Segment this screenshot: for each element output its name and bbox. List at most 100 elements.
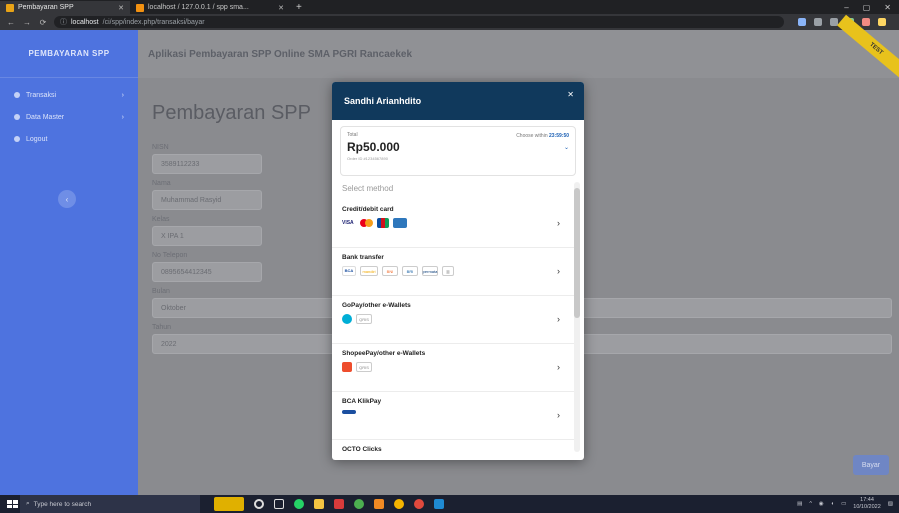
close-window-button[interactable]: ✕ (884, 1, 891, 14)
chevron-right-icon: › (121, 113, 124, 121)
sidebar-item-label: Data Master (26, 113, 65, 121)
shopeepay-icon (342, 362, 352, 372)
qris-icon: QRIS (356, 314, 372, 324)
vscode-icon[interactable] (434, 499, 444, 509)
notification-icon[interactable]: ▤ (797, 501, 802, 507)
topbar: Aplikasi Pembayaran SPP Online SMA PGRI … (138, 30, 899, 78)
task-view-icon[interactable] (274, 499, 284, 509)
mastercard-icon (360, 219, 373, 227)
favicon-icon (6, 3, 14, 12)
battery-icon[interactable]: ▭ (841, 501, 846, 507)
new-tab-button[interactable]: + (290, 1, 308, 14)
app-icon[interactable] (414, 499, 424, 509)
whatsapp-icon[interactable] (294, 499, 304, 509)
sidebar-item-logout[interactable]: Logout (0, 128, 138, 150)
chevron-down-icon[interactable]: ⌄ (564, 144, 569, 151)
visa-icon: VISA (342, 218, 356, 228)
cortana-icon[interactable] (214, 497, 244, 511)
telepon-field[interactable]: 0895654412345 (152, 262, 262, 282)
method-name: Credit/debit card (342, 206, 394, 213)
bri-icon: BRI (402, 266, 418, 276)
amount-card[interactable]: Total Rp50.000 Order ID #1234567890 Choo… (340, 126, 576, 176)
app-icon[interactable] (334, 499, 344, 509)
method-shopeepay[interactable]: ShopeePay/other e-Wallets QRIS › (332, 344, 576, 392)
method-name: Bank transfer (342, 254, 384, 261)
menu-icon[interactable] (878, 18, 886, 26)
search-placeholder: Type here to search (33, 500, 92, 508)
method-credit-card[interactable]: Credit/debit card VISA › (332, 200, 576, 248)
modal-scrollbar[interactable] (574, 182, 580, 452)
merchant-name: Sandhi Arianhdito (344, 96, 422, 106)
gopay-icon (342, 314, 352, 324)
method-gopay[interactable]: GoPay/other e-Wallets QRIS › (332, 296, 576, 344)
tab-title: Pembayaran SPP (18, 4, 74, 11)
method-name: GoPay/other e-Wallets (342, 302, 411, 309)
sidebar-item-transaksi[interactable]: Transaksi › (0, 84, 138, 106)
chrome-icon[interactable] (354, 499, 364, 509)
method-logos: QRIS (342, 314, 566, 324)
browser-tab-inactive[interactable]: localhost / 127.0.0.1 / spp sma... ✕ (130, 1, 290, 14)
expiry-text: Choose within 23:59:50 (516, 133, 569, 139)
method-bca-klikpay[interactable]: BCA KlikPay › (332, 392, 576, 440)
minimize-button[interactable]: – (844, 1, 848, 14)
browser-tab-active[interactable]: Pembayaran SPP ✕ (0, 1, 130, 14)
total-amount: Rp50.000 (347, 140, 400, 154)
file-explorer-icon[interactable] (314, 499, 324, 509)
bookmark-icon[interactable] (814, 18, 822, 26)
sidebar-toggle-button[interactable]: ‹ (58, 190, 76, 208)
windows-start-icon[interactable] (4, 497, 18, 511)
jcb-icon (377, 218, 389, 228)
sidebar: PEMBAYARAN SPP Transaksi › Data Master ›… (0, 30, 138, 495)
app-icon[interactable] (374, 499, 384, 509)
chevron-right-icon: › (557, 218, 560, 228)
chevron-up-icon[interactable]: ^ (809, 501, 812, 507)
system-tray: ▤ ^ ◉ ◖ ▭ 17:44 10/10/2022 ▨ (797, 497, 899, 511)
url-path: /ci/spp/index.php/transaksi/bayar (102, 18, 205, 26)
expiry-prefix: Choose within (516, 133, 548, 139)
info-icon[interactable]: ⓘ (60, 17, 67, 27)
bca-icon: BCA (342, 266, 356, 276)
sidebar-item-data-master[interactable]: Data Master › (0, 106, 138, 128)
select-method-title: Select method (342, 184, 394, 193)
nisn-field[interactable]: 3589112233 (152, 154, 262, 174)
action-center-icon[interactable]: ▨ (888, 501, 893, 507)
extension-icon[interactable] (798, 18, 806, 26)
klikpay-icon (342, 410, 356, 414)
bayar-button[interactable]: Bayar (853, 455, 889, 475)
tab-title: localhost / 127.0.0.1 / spp sma... (148, 4, 249, 11)
clock[interactable]: 17:44 10/10/2022 (853, 497, 881, 511)
close-icon[interactable]: ✕ (567, 90, 574, 99)
amex-icon (393, 218, 407, 228)
method-name: ShopeePay/other e-Wallets (342, 350, 426, 357)
nama-field[interactable]: Muhammad Rasyid (152, 190, 262, 210)
forward-button[interactable]: → (22, 18, 32, 27)
kelas-field[interactable]: X IPA 1 (152, 226, 262, 246)
maximize-button[interactable]: ▢ (863, 1, 871, 14)
sidebar-brand[interactable]: PEMBAYARAN SPP (0, 30, 138, 78)
method-logos: QRIS (342, 362, 566, 372)
modal-header: Sandhi Arianhdito ✕ (332, 82, 584, 120)
method-bank-transfer[interactable]: Bank transfer BCA mandiri BNI BRI permat… (332, 248, 576, 296)
favicon-icon (136, 3, 144, 12)
url-host: localhost (71, 18, 99, 26)
taskbar: ⌕ Type here to search ▤ ^ ◉ ◖ ▭ 17:44 10… (0, 495, 899, 513)
taskbar-search[interactable]: ⌕ Type here to search (20, 495, 200, 513)
back-button[interactable]: ← (6, 18, 16, 27)
method-name: BCA KlikPay (342, 398, 382, 405)
volume-icon[interactable]: ◖ (831, 501, 834, 507)
close-tab-icon[interactable]: ✕ (278, 4, 284, 12)
chevron-right-icon: › (557, 458, 560, 460)
search-icon: ⌕ (26, 500, 30, 507)
cash-icon (14, 92, 20, 98)
close-tab-icon[interactable]: ✕ (118, 4, 124, 12)
chrome-canary-icon[interactable] (394, 499, 404, 509)
logout-icon (14, 136, 20, 142)
reload-button[interactable]: ⟳ (38, 18, 48, 27)
address-bar[interactable]: ⓘ localhost /ci/spp/index.php/transaksi/… (54, 16, 784, 28)
scrollbar-thumb[interactable] (574, 188, 580, 318)
search-circle-icon[interactable] (254, 499, 264, 509)
other-bank-icon: ▥ (442, 266, 454, 276)
profile-icon[interactable] (862, 18, 870, 26)
method-octo-clicks[interactable]: OCTO Clicks › (332, 440, 576, 460)
network-icon[interactable]: ◉ (819, 501, 824, 507)
